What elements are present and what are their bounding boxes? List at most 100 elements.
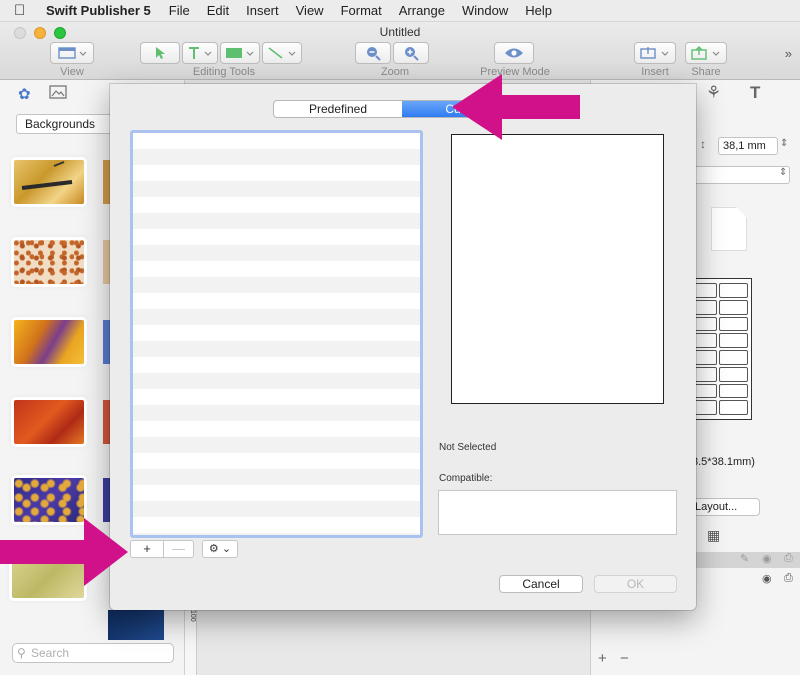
text-tool-button[interactable] — [182, 42, 218, 64]
zoom-label: Zoom — [380, 66, 410, 78]
compatible-list[interactable] — [438, 490, 677, 535]
insert-group — [634, 42, 676, 64]
list-item[interactable] — [133, 293, 420, 309]
menu-insert[interactable]: Insert — [246, 3, 279, 18]
share-label: Share — [691, 66, 721, 78]
list-item[interactable] — [133, 197, 420, 213]
shape-tool-button[interactable] — [220, 42, 260, 64]
view-label: View — [60, 66, 84, 78]
list-item[interactable] — [133, 517, 420, 533]
remove-template-button[interactable]: — — [164, 540, 194, 558]
background-thumbnail[interactable] — [14, 160, 84, 204]
preview-mode-button[interactable] — [494, 42, 534, 64]
list-item[interactable] — [133, 469, 420, 485]
select-tool-button[interactable] — [140, 42, 180, 64]
menu-view[interactable]: View — [296, 3, 324, 18]
eye-icon[interactable]: ◉ — [762, 572, 772, 585]
menu-window[interactable]: Window — [462, 3, 508, 18]
arrow-pointer-icon — [156, 47, 165, 59]
grid-icon[interactable]: ▦ — [707, 527, 720, 544]
eye-icon[interactable]: ◉ — [762, 552, 772, 565]
image-icon[interactable] — [48, 85, 67, 103]
stepper-icon[interactable]: ⇕ — [780, 138, 788, 149]
list-item[interactable] — [133, 341, 420, 357]
annotation-arrow-icon — [0, 518, 128, 586]
list-item[interactable] — [133, 437, 420, 453]
apple-icon[interactable]:  — [14, 2, 28, 19]
list-controls: + — ⚙ ⌄ — [130, 540, 238, 558]
add-template-button[interactable]: + — [130, 540, 164, 558]
menu-arrange[interactable]: Arrange — [399, 3, 445, 18]
list-item[interactable] — [133, 229, 420, 245]
insert-button[interactable] — [634, 42, 676, 64]
eye-icon — [505, 48, 523, 58]
list-item[interactable] — [133, 213, 420, 229]
list-item[interactable] — [133, 133, 420, 149]
tab-predefined[interactable]: Predefined — [274, 101, 402, 117]
list-item[interactable] — [133, 453, 420, 469]
list-item[interactable] — [133, 421, 420, 437]
flower-icon[interactable]: ✿ — [18, 85, 31, 103]
menubar:  Swift Publisher 5 File Edit Insert Vie… — [0, 0, 800, 22]
template-preview — [451, 134, 664, 404]
text-tool-icon — [189, 47, 212, 59]
view-button[interactable] — [50, 42, 94, 64]
window-title: Untitled — [379, 25, 421, 39]
preview-group — [494, 42, 534, 64]
list-item[interactable] — [133, 261, 420, 277]
list-item[interactable] — [133, 357, 420, 373]
cancel-button[interactable]: Cancel — [499, 575, 583, 593]
list-item[interactable] — [133, 325, 420, 341]
zoom-in-icon — [405, 47, 419, 61]
printer-icon[interactable]: ⎙ — [784, 552, 793, 565]
background-thumbnail[interactable] — [14, 400, 84, 444]
add-layer-button[interactable]: + — [598, 650, 607, 667]
label-size-text: 3.5*38.1mm) — [692, 456, 755, 468]
zoom-out-button[interactable] — [355, 42, 391, 64]
background-thumbnail[interactable] — [14, 320, 84, 364]
list-item[interactable] — [133, 533, 420, 535]
background-thumbnail[interactable] — [108, 610, 164, 640]
printer-icon[interactable]: ⎙ — [784, 572, 793, 585]
category-dropdown[interactable]: Backgrounds — [16, 114, 116, 134]
remove-layer-button[interactable]: − — [620, 650, 629, 667]
list-item[interactable] — [133, 149, 420, 165]
custom-template-list[interactable] — [130, 130, 423, 538]
search-input[interactable]: ⚲ Search — [12, 643, 174, 663]
text-inspector-icon[interactable]: T — [750, 83, 760, 103]
line-tool-icon — [268, 47, 296, 59]
label-template-dialog: Predefined Custom + — ⚙ ⌄ — [110, 84, 696, 610]
line-tool-button[interactable] — [262, 42, 302, 64]
height-icon: ↕ — [700, 137, 706, 151]
selection-status: Not Selected — [439, 442, 497, 453]
gear-menu-button[interactable]: ⚙ ⌄ — [202, 540, 238, 558]
list-item[interactable] — [133, 501, 420, 517]
list-item[interactable] — [133, 485, 420, 501]
list-item[interactable] — [133, 245, 420, 261]
chevron-updown-icon[interactable]: ⇕ — [779, 167, 787, 178]
share-group — [685, 42, 727, 64]
stamp-icon[interactable]: ⚘ — [706, 83, 721, 103]
menu-edit[interactable]: Edit — [207, 3, 229, 18]
app-menu[interactable]: Swift Publisher 5 — [46, 3, 151, 18]
menu-file[interactable]: File — [169, 3, 190, 18]
menu-format[interactable]: Format — [341, 3, 382, 18]
list-item[interactable] — [133, 373, 420, 389]
pencil-icon[interactable]: ✎ — [740, 552, 749, 565]
list-item[interactable] — [133, 309, 420, 325]
list-item[interactable] — [133, 277, 420, 293]
ok-button[interactable]: OK — [594, 575, 677, 593]
share-button[interactable] — [685, 42, 727, 64]
share-icon — [691, 46, 720, 60]
background-thumbnail[interactable] — [14, 240, 84, 284]
paper-dropdown[interactable] — [694, 166, 790, 184]
list-item[interactable] — [133, 165, 420, 181]
layout-button[interactable]: Layout... — [690, 498, 760, 516]
list-item[interactable] — [133, 405, 420, 421]
list-item[interactable] — [133, 181, 420, 197]
toolbar-overflow-icon[interactable]: » — [785, 46, 792, 61]
list-item[interactable] — [133, 389, 420, 405]
menu-help[interactable]: Help — [525, 3, 552, 18]
height-field[interactable]: 38,1 mm — [718, 137, 778, 155]
zoom-in-button[interactable] — [393, 42, 429, 64]
